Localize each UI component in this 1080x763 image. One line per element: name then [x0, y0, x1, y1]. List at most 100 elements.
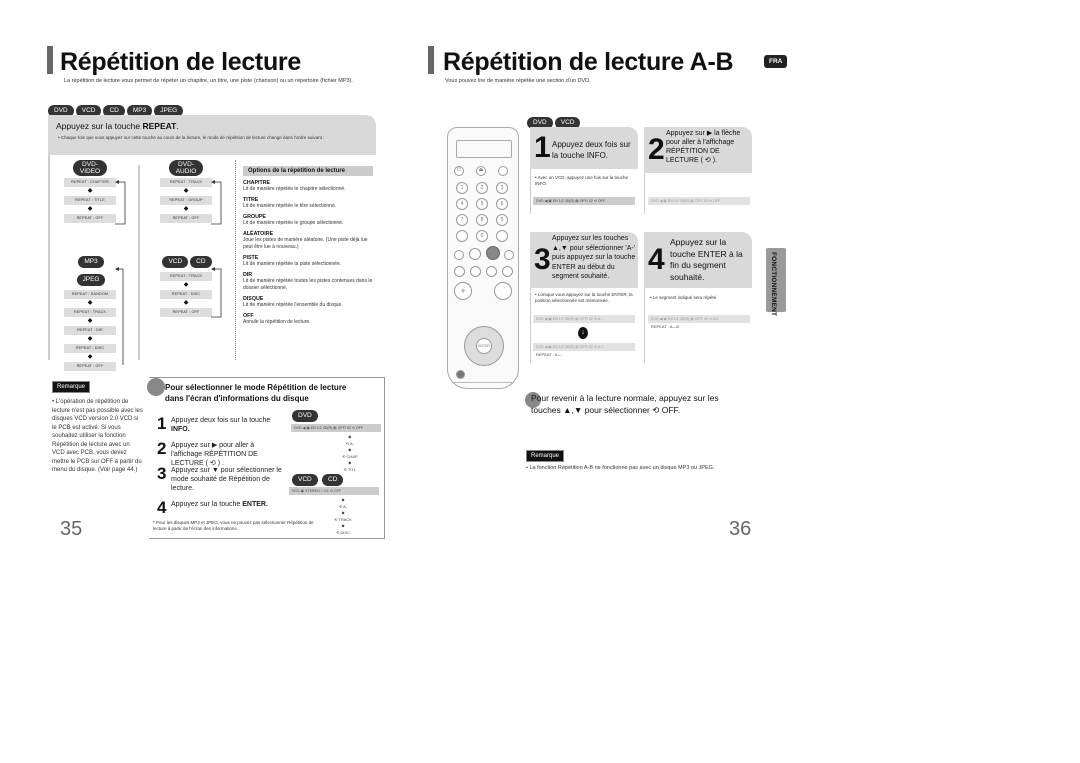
dotted-divider — [235, 160, 236, 360]
badge-jpeg: JPEG — [76, 274, 106, 286]
ab-step-2-text: Appuyez sur ▶ la flèche pour aller à l'a… — [666, 130, 741, 164]
info-box-title: Pour sélectionner le mode Répétition de … — [165, 383, 347, 403]
badge-dvd: DVD — [292, 410, 318, 422]
badge-cd: CD — [322, 474, 344, 486]
page-title-right: Répétition de lecture A-B — [443, 48, 734, 76]
repeat-item: REPEAT : TRACK — [160, 272, 212, 281]
repeat-button-icon — [486, 246, 500, 260]
repeat-item: REPEAT : OFF — [64, 362, 116, 371]
options-panel: Options de la répétition de lecture CHAP… — [243, 166, 373, 326]
number-2-icon: 2 — [476, 182, 488, 194]
stop-icon — [470, 266, 481, 277]
cancel-button-icon — [496, 230, 508, 242]
option-desc: Lit de manière répétée le titre sélectio… — [243, 203, 337, 209]
arrow-down-icon: ◆ — [87, 206, 93, 212]
badge-vcd: VCD — [292, 474, 318, 486]
repeat-item: REPEAT : DISC — [64, 344, 116, 353]
info-button-icon — [456, 370, 465, 379]
number-4-icon: 4 — [456, 198, 468, 210]
option-desc: Lit de manière répétée le groupe sélecti… — [243, 220, 344, 226]
arrow-down-icon: ◆ — [87, 318, 93, 324]
info-screen-box: Pour sélectionner le mode Répétition de … — [147, 377, 385, 539]
info-step-2: 2 Appuyez sur ▶ pour aller à l'affichage… — [157, 439, 258, 467]
loop-arrow-icon — [115, 180, 126, 225]
option-desc: Lit de manière répétée le chapitre sélec… — [243, 186, 346, 192]
power-button-icon: ⏻ — [454, 166, 464, 176]
remote-mode-buttons — [456, 140, 512, 158]
number-5-icon: 5 — [476, 198, 488, 210]
language-badge: FRA — [764, 55, 788, 68]
stop-button-icon — [469, 248, 481, 260]
flow-mp3-jpeg: MP3 JPEG REPEAT : RANDOM ◆ REPEAT : TRACK… — [64, 250, 120, 371]
dvd-repeat-list: ◆ ⟲ A- ◆ ⟲ CHAP ◆ ⟲ TITL — [342, 434, 358, 472]
section-bullet-icon — [147, 378, 165, 396]
mid-rule — [138, 165, 140, 360]
number-6-icon: 6 — [496, 198, 508, 210]
option-desc: Lit de manière répétée l'ensemble du dis… — [243, 302, 343, 308]
ab-step-4-caption: REPEAT : A—B — [651, 324, 680, 329]
info-footnote: * Pour les disques MP3 et JPEG, vous ne … — [153, 520, 314, 531]
ab-step-4-note: • Le segment indiqué sera répété. — [650, 295, 718, 300]
return-normal-note: Pour revenir à la lecture normale, appuy… — [531, 393, 719, 415]
remarque-text-right: • La fonction Répétition A-B ne fonction… — [526, 465, 715, 471]
badge-dvd-audio: DVD- AUDIO — [168, 160, 204, 176]
page-title-left: Répétition de lecture — [60, 48, 301, 76]
play-pause-icon — [486, 266, 497, 277]
ab-step-3-text: Appuyez sur les touches ▲,▼ pour sélecti… — [552, 235, 636, 280]
arrow-down-icon: ◆ — [87, 336, 93, 342]
repeat-item: REPEAT : CHAPTER — [64, 178, 116, 187]
pause-button-icon — [498, 166, 508, 176]
repeat-heading: Appuyez sur la touche REPEAT. — [56, 121, 179, 131]
arrow-down-icon: ◆ — [183, 188, 189, 194]
side-tab-fonctionnement[interactable]: FONCTIONNEMENT — [766, 248, 786, 316]
arrow-down-icon: ◆ — [183, 206, 189, 212]
ab-step-2-box: 2 Appuyez sur ▶ la flèche pour aller à l… — [644, 127, 752, 173]
ab-step-1-note: • Avec un VCD, appuyez une fois sur la t… — [535, 175, 629, 186]
ab-step-3-infobar: DVD ◀ ▣ EN 1/2 3D(R) ▤ OFF/ 02 ⟲ A- — [533, 315, 635, 323]
tuning-up-icon — [494, 282, 512, 300]
skip-back-icon — [454, 250, 464, 260]
ab-step-3-infobar-2: DVD ◀ ▣ EN 1/2 3D(R) ▤ OFF/ 02 ⟲ A-? — [533, 343, 635, 351]
repeat-item: REPEAT : TRACK — [64, 308, 116, 317]
ab-step-3-note: • Lorsque vous appuyez sur la touche ENT… — [535, 292, 633, 303]
badge-dvd-video: DVD- VIDEO — [72, 160, 108, 176]
repeat-item: REPEAT : OFF — [64, 214, 116, 223]
repeat-item: REPEAT : TRACK — [160, 178, 212, 187]
divider — [530, 169, 531, 214]
flow-dvd-video: DVD- VIDEO REPEAT : CHAPTER ◆ REPEAT : TI… — [64, 160, 116, 223]
number-8-icon: 8 — [476, 214, 488, 226]
repeat-item: REPEAT : DIR — [64, 326, 116, 335]
ab-step-1-box: 1 Appuyez deux fois sur la touche INFO. — [530, 127, 638, 169]
left-rule — [48, 155, 50, 360]
fast-forward-icon — [502, 266, 513, 277]
divider — [644, 173, 645, 214]
ab-step-3-box: 3 Appuyez sur les touches ▲,▼ pour sélec… — [530, 232, 638, 288]
remarque-label-right: Remarque — [526, 450, 565, 462]
badge-vcd: VCD — [162, 256, 189, 268]
badge-cd: CD — [190, 256, 212, 268]
arrow-down-icon: ↓ — [578, 327, 588, 339]
number-9-icon: 9 — [496, 214, 508, 226]
options-title: Options de la répétition de lecture — [243, 166, 373, 176]
option-desc: Lit de manière répétée la piste sélectio… — [243, 261, 342, 267]
divider — [530, 288, 531, 363]
ab-step-2-infobar: DVD ◀ ▣ EN 1/2 3D(R) ▤ OFF/ 02 ⟲ OFF — [648, 197, 750, 205]
remarque-text-left: • L'opération de répétition de lecture n… — [52, 399, 143, 473]
repeat-instruction-box: Appuyez sur la touche REPEAT. • Chaque f… — [48, 115, 376, 155]
remote-control-illustration: ⏻ ⏏ 1 2 3 4 5 6 7 8 9 0 + ENTER — [447, 127, 519, 389]
page-number-right: 36 — [729, 518, 752, 540]
flow-dvd-audio: DVD- AUDIO REPEAT : TRACK ◆ REPEAT : GROU… — [160, 160, 212, 223]
flow-vcd-cd: VCD CD REPEAT : TRACK ◆ REPEAT : DISC ◆ R… — [160, 250, 216, 317]
vcd-info-bar: VCD ▣ STEREO ⌂ 1/1 ⟲ OFF — [289, 487, 379, 495]
intro-left: La répétition de lecture vous permet de … — [64, 78, 353, 84]
vcd-repeat-list: ◆ ⟲ A- ◆ ⟲ TRACK ◆ ⟲ DISC — [334, 497, 352, 535]
repeat-bullet: • Chaque fois que vous appuyez sur cette… — [58, 135, 325, 140]
arrow-down-icon: ◆ — [87, 354, 93, 360]
dvd-info-bar: DVD ◀ ▣ EN 1/2 3D(R) ▤ OFF/ 02 ⟲ OFF — [291, 424, 381, 432]
badge-mp3: MP3 — [78, 256, 104, 268]
info-step-3: 3 Appuyez sur ▼ pour sélectionner le mod… — [157, 464, 282, 492]
number-7-icon: 7 — [456, 214, 468, 226]
option-desc: Joue les pistes de manière aléatoire. (U… — [243, 237, 368, 250]
enter-button-icon: ENTER — [476, 338, 492, 354]
number-0-icon: 0 — [476, 230, 488, 242]
